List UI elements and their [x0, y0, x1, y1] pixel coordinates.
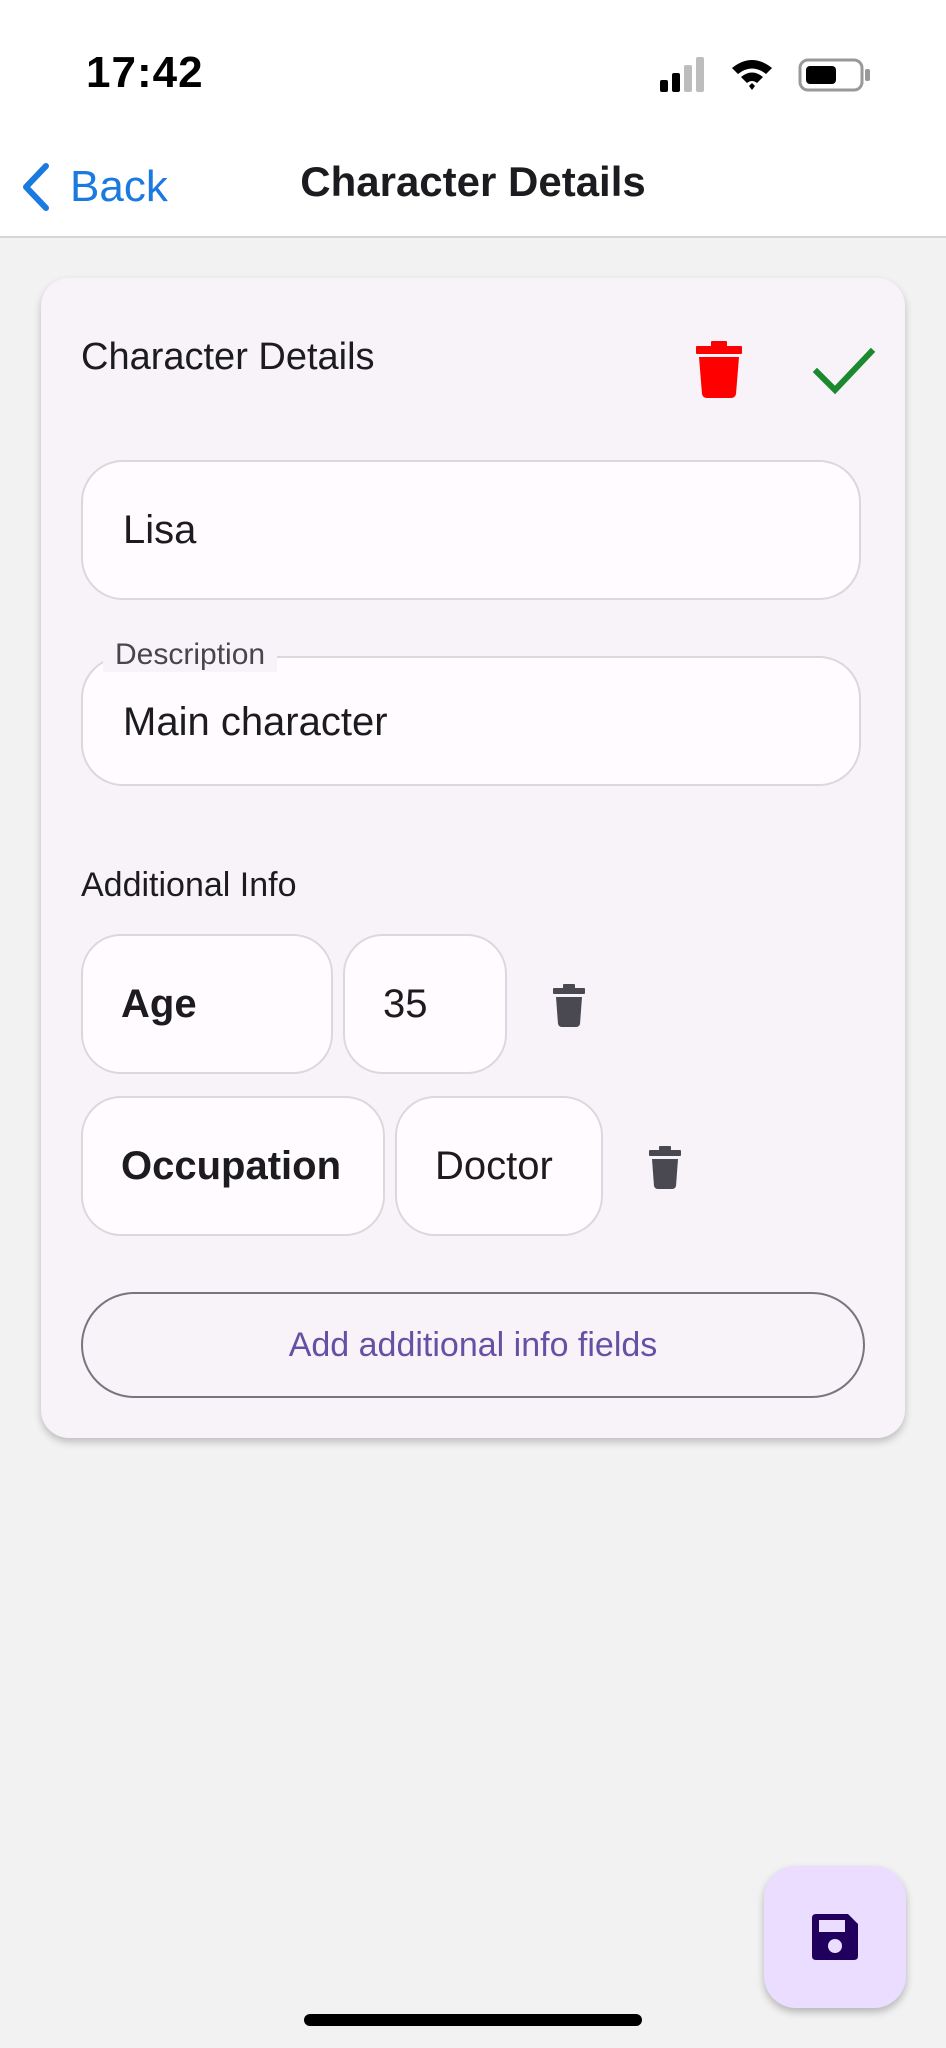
signal-icon [660, 57, 704, 92]
character-details-card: Character Details Lisa Description Main … [41, 278, 905, 1438]
additional-info-label: Additional Info [81, 866, 297, 904]
info-value-field[interactable]: 35 [343, 934, 507, 1074]
save-fab-button[interactable] [764, 1866, 906, 2008]
add-info-fields-button[interactable]: Add additional info fields [81, 1292, 865, 1398]
trash-icon [553, 984, 585, 1027]
navigation-bar: Back Character Details [0, 140, 946, 238]
battery-icon [798, 58, 870, 92]
status-bar: 17:42 [0, 0, 946, 140]
card-title: Character Details [81, 336, 375, 378]
info-key-field[interactable]: Occupation [81, 1096, 385, 1236]
wifi-icon [732, 60, 772, 90]
save-icon [812, 1914, 858, 1960]
description-field[interactable]: Description Main character [81, 638, 861, 786]
home-indicator [304, 2014, 642, 2026]
delete-info-row-button[interactable] [647, 1146, 683, 1190]
info-value-field[interactable]: Doctor [395, 1096, 603, 1236]
delete-info-row-button[interactable] [551, 984, 587, 1028]
delete-character-button[interactable] [689, 340, 749, 400]
status-time: 17:42 [86, 48, 204, 97]
page-title: Character Details [300, 158, 646, 205]
trash-icon [649, 1146, 681, 1189]
description-field-value: Main character [123, 700, 388, 744]
info-key-field[interactable]: Age [81, 934, 333, 1074]
confirm-button[interactable] [811, 340, 877, 400]
checkmark-icon [812, 347, 876, 395]
trash-icon [696, 341, 742, 398]
status-icons [660, 57, 870, 92]
name-field-value: Lisa [123, 508, 197, 552]
name-field[interactable]: Lisa [81, 460, 861, 600]
description-label: Description [103, 638, 278, 672]
